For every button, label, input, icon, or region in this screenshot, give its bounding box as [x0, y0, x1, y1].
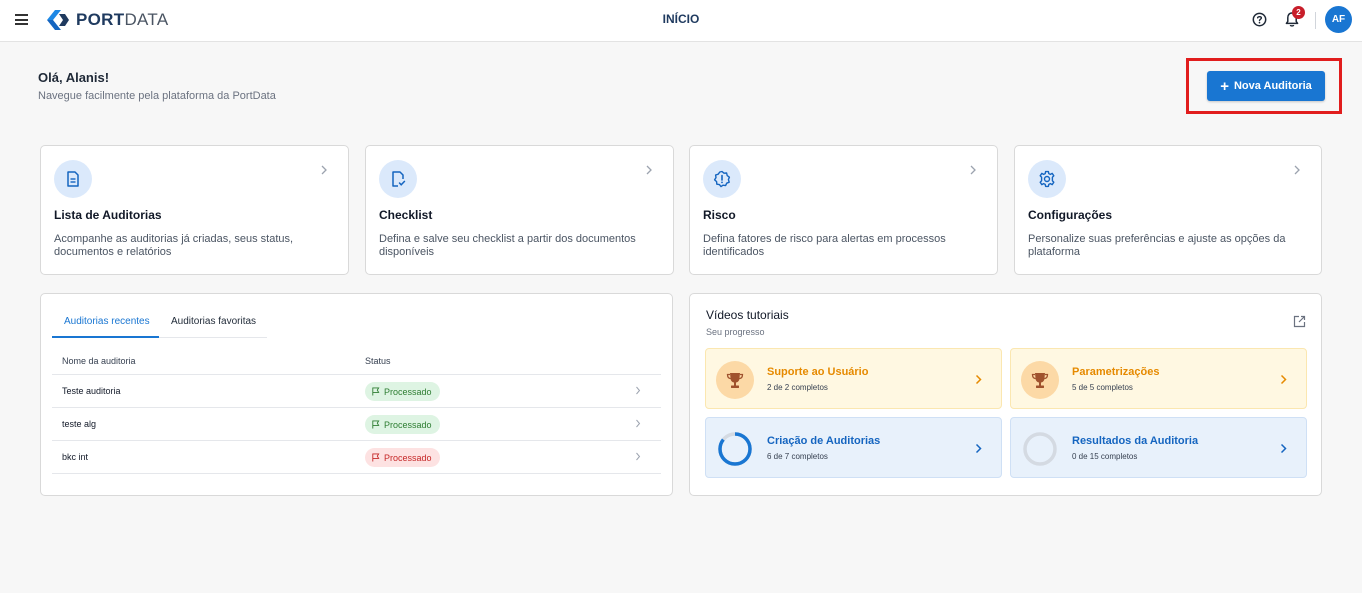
card-settings[interactable]: Configurações Personalize suas preferênc… [1014, 145, 1322, 275]
trophy-icon [1031, 373, 1049, 388]
card-icon-circle [1028, 160, 1066, 198]
card-title: Risco [703, 208, 736, 222]
document-icon [67, 171, 79, 187]
tab-favorite-audits[interactable]: Auditorias favoritas [171, 316, 256, 327]
portdata-logo[interactable]: PORT DATA [45, 9, 168, 31]
status-badge: Processado [365, 448, 440, 467]
active-tab-indicator [52, 336, 159, 338]
card-title: Configurações [1028, 208, 1113, 222]
table-row[interactable]: Teste auditoria Processado [52, 374, 661, 407]
flag-icon [372, 420, 380, 429]
menu-icon[interactable] [15, 14, 28, 25]
top-bar: PORT DATA INÍCIO 2 AF [0, 0, 1362, 42]
chevron-right-icon [1280, 443, 1287, 454]
video-card-support[interactable]: Suporte ao Usuário 2 de 2 completos [705, 348, 1002, 409]
greeting-subtitle: Navegue facilmente pela plataforma da Po… [38, 90, 276, 102]
trophy-badge [716, 361, 754, 399]
video-card-progress: 6 de 7 completos [767, 452, 828, 461]
status-badge: Processado [365, 382, 440, 401]
chevron-right-icon [636, 452, 641, 461]
chevron-right-icon [975, 374, 982, 385]
video-card-parametrizations[interactable]: Parametrizações 5 de 5 completos [1010, 348, 1307, 409]
card-icon-circle [703, 160, 741, 198]
video-card-progress: 2 de 2 completos [767, 383, 828, 392]
trophy-icon [726, 373, 744, 388]
alert-badge-icon [713, 170, 731, 188]
greeting-title: Olá, Alanis! [38, 70, 110, 85]
new-audit-button[interactable]: + Nova Auditoria [1207, 71, 1325, 101]
chevron-right-icon [975, 443, 982, 454]
video-card-audit-results[interactable]: Resultados da Auditoria 0 de 15 completo… [1010, 417, 1307, 478]
audits-tabs: Auditorias recentes Auditorias favoritas [52, 308, 267, 338]
page-title: INÍCIO [662, 12, 700, 26]
trophy-badge [1021, 361, 1059, 399]
column-header-status[interactable]: Status [365, 356, 391, 366]
audit-name: Teste auditoria [62, 386, 121, 396]
chevron-right-icon [970, 165, 976, 175]
video-card-title: Criação de Auditorias [767, 435, 881, 447]
progress-ring-icon [1023, 432, 1057, 466]
chevron-right-icon [1294, 165, 1300, 175]
logo-mark-icon [47, 10, 69, 30]
notification-badge: 2 [1292, 6, 1305, 19]
card-title: Checklist [379, 208, 433, 222]
tab-recent-audits[interactable]: Auditorias recentes [64, 316, 150, 327]
flag-icon [372, 453, 380, 462]
status-label: Processado [384, 452, 432, 463]
video-card-audit-creation[interactable]: Criação de Auditorias 6 de 7 completos [705, 417, 1002, 478]
new-audit-label: Nova Auditoria [1233, 80, 1312, 92]
card-description: Defina fatores de risco para alertas em … [703, 233, 946, 258]
status-badge: Processado [365, 415, 440, 434]
audit-name: teste alg [62, 419, 97, 429]
video-card-title: Resultados da Auditoria [1072, 435, 1199, 447]
gear-icon [1039, 170, 1055, 188]
card-icon-circle [54, 160, 92, 198]
chevron-right-icon [321, 165, 327, 175]
file-check-icon [392, 171, 406, 187]
chevron-right-icon [1280, 374, 1287, 385]
progress-ring-icon [718, 432, 752, 466]
progress-ring [1021, 430, 1059, 468]
status-label: Processado [384, 386, 432, 397]
audits-panel: Auditorias recentes Auditorias favoritas… [40, 293, 673, 496]
card-description: Acompanhe as auditorias já criadas, seus… [54, 233, 294, 258]
card-risk[interactable]: Risco Defina fatores de risco para alert… [689, 145, 998, 275]
plus-icon: + [1220, 77, 1229, 95]
user-avatar[interactable]: AF [1325, 6, 1352, 33]
table-row[interactable]: teste alg Processado [52, 407, 661, 440]
videos-panel: Vídeos tutoriais Seu progresso Suporte a… [689, 293, 1322, 496]
card-title: Lista de Auditorias [54, 208, 162, 222]
header-divider [1315, 12, 1316, 29]
card-checklist[interactable]: Checklist Defina e salve seu checklist a… [365, 145, 674, 275]
video-card-progress: 0 de 15 completos [1072, 452, 1138, 461]
chevron-right-icon [636, 386, 641, 395]
chevron-right-icon [646, 165, 652, 175]
logo-text-port: PORT [76, 10, 125, 29]
card-audit-list[interactable]: Lista de Auditorias Acompanhe as auditor… [40, 145, 349, 275]
help-icon[interactable] [1252, 12, 1267, 27]
card-icon-circle [379, 160, 417, 198]
external-link-icon[interactable] [1293, 315, 1306, 328]
video-card-progress: 5 de 5 completos [1072, 383, 1133, 392]
card-description: Defina e salve seu checklist a partir do… [379, 233, 636, 258]
column-header-name[interactable]: Nome da auditoria [62, 356, 136, 366]
audit-name: bkc int [62, 452, 89, 462]
logo-text-data: DATA [124, 10, 169, 29]
table-row[interactable]: bkc int Processado [52, 440, 661, 473]
chevron-right-icon [636, 419, 641, 428]
card-description: Personalize suas preferências e ajuste a… [1028, 233, 1286, 258]
video-card-title: Parametrizações [1072, 366, 1160, 378]
status-label: Processado [384, 419, 432, 430]
video-card-title: Suporte ao Usuário [767, 366, 869, 378]
progress-ring [716, 430, 754, 468]
table-bottom-border [52, 473, 661, 474]
videos-title: Vídeos tutoriais [706, 308, 789, 322]
videos-subtitle: Seu progresso [706, 327, 765, 337]
flag-icon [372, 387, 380, 396]
